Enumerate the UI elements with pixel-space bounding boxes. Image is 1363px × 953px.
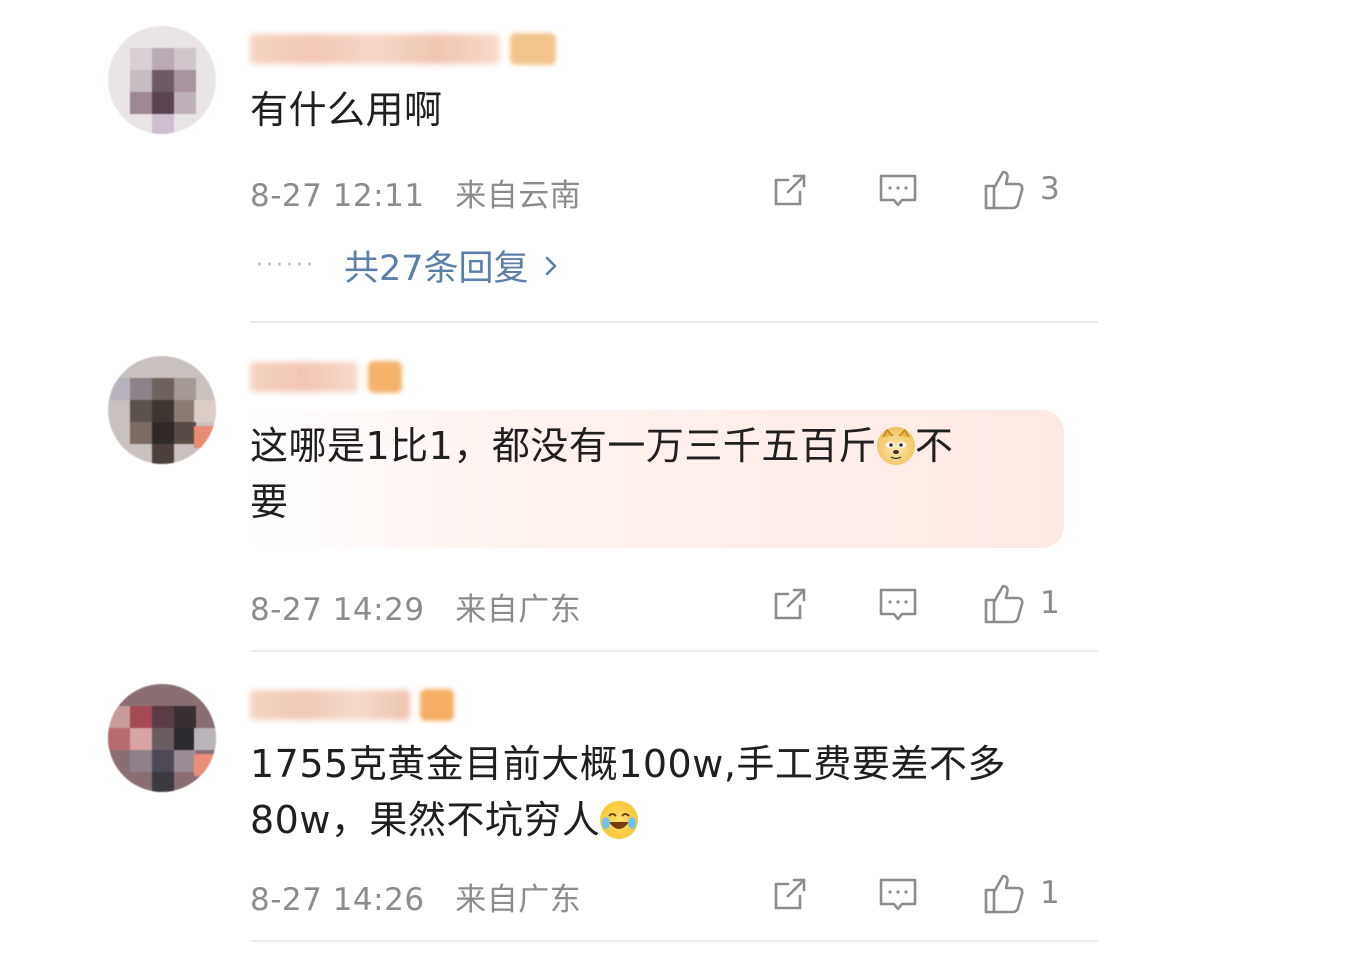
comment-location: 来自广东 bbox=[455, 882, 582, 918]
comment-button[interactable] bbox=[877, 874, 919, 914]
vip-badge-icon bbox=[420, 689, 454, 721]
divider bbox=[250, 940, 1098, 942]
like-count: 1 bbox=[1040, 875, 1060, 911]
share-icon bbox=[774, 878, 806, 910]
like-button[interactable]: 1 bbox=[982, 870, 1060, 916]
laugh-cry-emoji bbox=[600, 801, 639, 839]
comment-time: 8-27 14:26 bbox=[250, 882, 425, 918]
username[interactable] bbox=[250, 688, 454, 722]
comment-meta: 8-27 14:26 来自广东 bbox=[250, 874, 581, 919]
comment-icon bbox=[879, 878, 917, 911]
share-button[interactable] bbox=[770, 874, 810, 914]
comment-text: 1755克黄金目前大概100w,手工费要差不多 80w，果然不坑穷人 bbox=[250, 742, 1006, 842]
comment-item-3: 1755克黄金目前大概100w,手工费要差不多 80w，果然不坑穷人 8-27 1… bbox=[0, 0, 1363, 953]
username-blurred bbox=[250, 690, 410, 720]
thumbs-up-icon bbox=[984, 874, 1024, 914]
avatar[interactable] bbox=[108, 684, 216, 792]
